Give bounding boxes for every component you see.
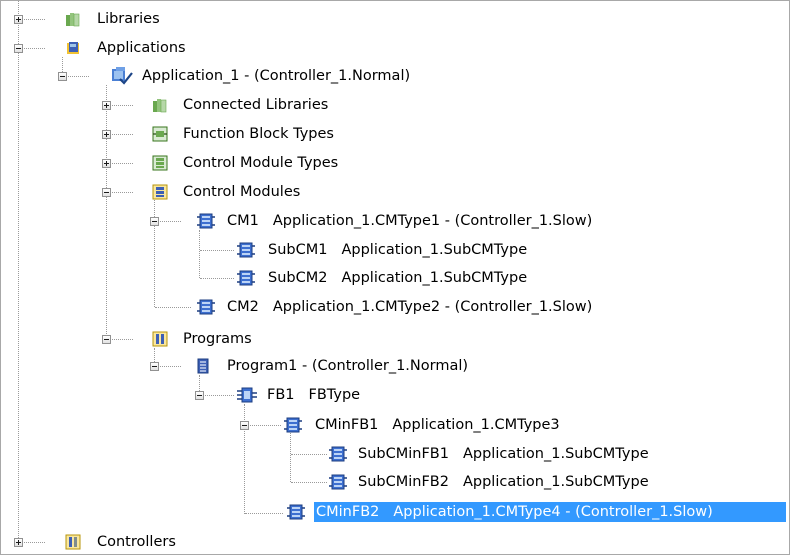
collapse-toggle[interactable] (58, 72, 67, 81)
tree-node-label: SubCMinFB1 Application_1.SubCMType (358, 446, 649, 462)
tree-node-label: FB1 FBType (267, 387, 361, 403)
tree-node-label-selected: CMinFB2 Application_1.CMType4 - (Controll… (314, 502, 786, 522)
tree-node-fb1[interactable]: FB1 FBType (1, 384, 421, 406)
tree-node-label: CM1 Application_1.CMType1 - (Controller_1… (227, 213, 593, 229)
tree-node-subcminfb1[interactable]: SubCMinFB1 Application_1.SubCMType (1, 443, 721, 465)
tree-node-subcminfb2[interactable]: SubCMinFB2 Application_1.SubCMType (1, 471, 721, 493)
control-module-icon (237, 270, 255, 286)
tree-node-label: CM2 Application_1.CMType2 - (Controller_1… (227, 299, 593, 315)
tree-node-cminfb2[interactable]: CMinFB2 Application_1.CMType4 - (Controll… (1, 501, 789, 523)
controllers-icon (65, 534, 81, 550)
collapse-toggle[interactable] (102, 335, 111, 344)
tree-node-label: Program1 - (Controller_1.Normal) (227, 358, 469, 374)
tree-node-applications[interactable]: Applications (1, 37, 221, 59)
tree-node-connected-libraries[interactable]: Connected Libraries (1, 94, 361, 116)
tree-node-subcm1[interactable]: SubCM1 Application_1.SubCMType (1, 239, 601, 261)
tree-node-label: Programs (183, 331, 252, 347)
tree-node-program1[interactable]: Program1 - (Controller_1.Normal) (1, 355, 541, 377)
tree-node-label: SubCMinFB2 Application_1.SubCMType (358, 474, 649, 490)
tree-node-application-1[interactable]: Application_1 - (Controller_1.Normal) (1, 65, 471, 87)
tree-node-subcm2[interactable]: SubCM2 Application_1.SubCMType (1, 267, 601, 289)
library-icon (152, 97, 168, 113)
tree-node-control-modules[interactable]: Control Modules (1, 181, 361, 203)
tree-node-cm2[interactable]: CM2 Application_1.CMType2 - (Controller_1… (1, 296, 671, 318)
tree-node-function-block-types[interactable]: Function Block Types (1, 123, 381, 145)
control-module-icon (197, 299, 215, 315)
control-module-icon (197, 213, 215, 229)
project-explorer-tree[interactable]: Libraries Applications Application_1 - (… (0, 0, 790, 555)
tree-node-libraries[interactable]: Libraries (1, 8, 201, 30)
control-module-types-icon (152, 155, 168, 171)
collapse-toggle[interactable] (195, 391, 204, 400)
tree-node-label: Function Block Types (183, 126, 334, 142)
tree-node-label: CMinFB1 Application_1.CMType3 (315, 417, 560, 433)
tree-node-label: Control Module Types (183, 155, 339, 171)
tree-node-control-module-types[interactable]: Control Module Types (1, 152, 391, 174)
collapse-toggle[interactable] (150, 217, 159, 226)
tree-node-label: Application_1 - (Controller_1.Normal) (142, 68, 411, 84)
tree-node-label: Controllers (97, 534, 176, 550)
expand-toggle[interactable] (102, 159, 111, 168)
tree-node-cminfb1[interactable]: CMinFB1 Application_1.CMType3 (1, 414, 561, 436)
tree-node-label: SubCM2 Application_1.SubCMType (268, 270, 528, 286)
expand-toggle[interactable] (102, 130, 111, 139)
collapse-toggle[interactable] (240, 421, 249, 430)
function-block-icon (237, 387, 257, 403)
control-module-icon (284, 417, 302, 433)
control-module-icon (287, 504, 305, 520)
collapse-toggle[interactable] (102, 188, 111, 197)
application-check-icon (111, 66, 133, 86)
library-icon (65, 11, 81, 27)
tree-node-label: Connected Libraries (183, 97, 329, 113)
control-module-icon (329, 446, 347, 462)
expand-toggle[interactable] (14, 538, 23, 547)
tree-node-label: Libraries (97, 11, 160, 27)
program-icon (195, 358, 211, 374)
control-module-icon (329, 474, 347, 490)
expand-toggle[interactable] (14, 15, 23, 24)
control-module-icon (237, 242, 255, 258)
expand-toggle[interactable] (102, 101, 111, 110)
tree-node-label: SubCM1 Application_1.SubCMType (268, 242, 528, 258)
collapse-toggle[interactable] (150, 362, 159, 371)
collapse-toggle[interactable] (14, 44, 23, 53)
tree-node-controllers[interactable]: Controllers (1, 531, 221, 553)
tree-node-cm1[interactable]: CM1 Application_1.CMType1 - (Controller_1… (1, 210, 671, 232)
function-block-types-icon (152, 126, 168, 142)
tree-node-programs[interactable]: Programs (1, 328, 301, 350)
tree-node-label: Control Modules (183, 184, 301, 200)
applications-icon (65, 40, 81, 56)
tree-node-label: Applications (97, 40, 186, 56)
control-modules-icon (152, 184, 168, 200)
programs-icon (152, 331, 168, 347)
